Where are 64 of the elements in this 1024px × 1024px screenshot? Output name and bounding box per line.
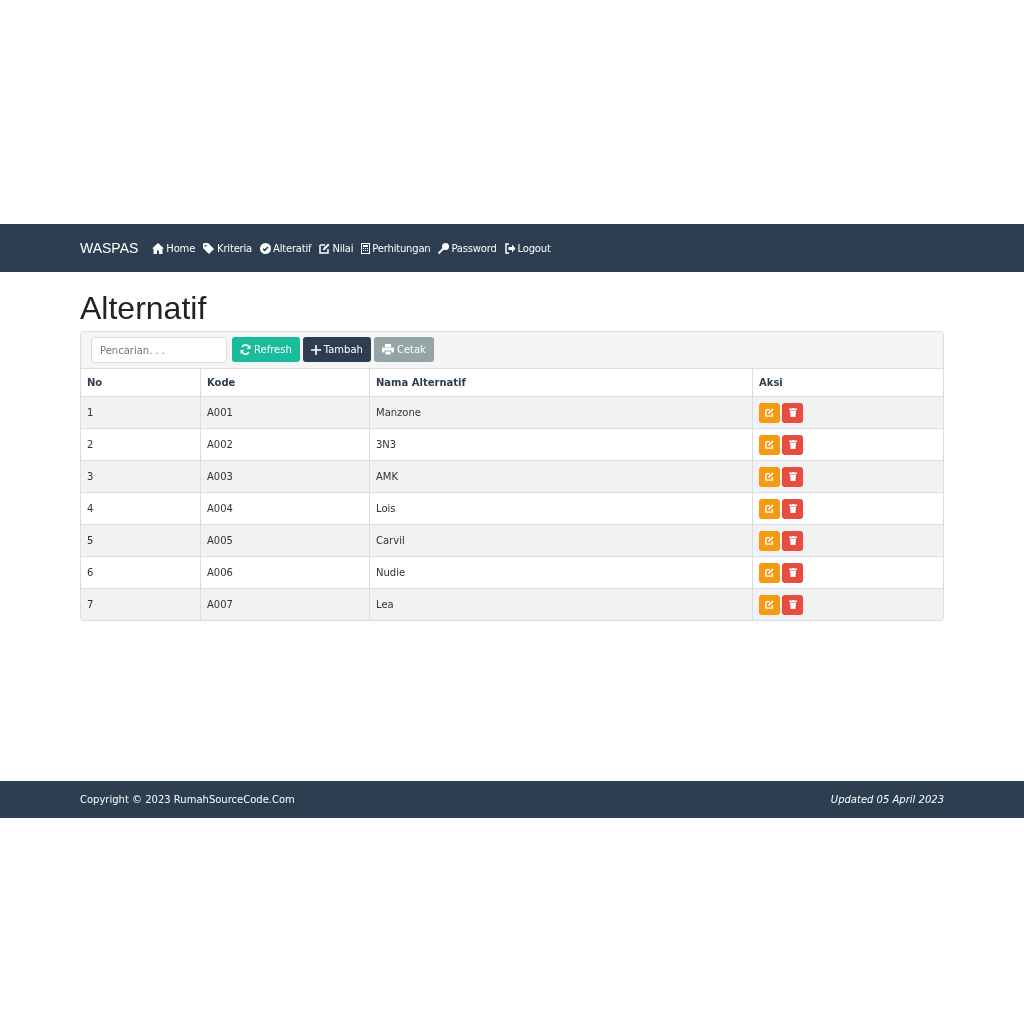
delete-button[interactable] (782, 594, 803, 615)
table-cell: Manzone (369, 396, 753, 429)
nav-link[interactable]: Logout (504, 242, 551, 254)
tag-icon (203, 242, 216, 254)
table-cell: Carvil (369, 524, 753, 557)
table-cell: 7 (81, 588, 201, 620)
table-cell: Lea (369, 588, 753, 620)
home-icon (152, 242, 165, 254)
calculator-icon (361, 242, 371, 254)
trash-icon (788, 440, 797, 449)
delete-button[interactable] (782, 466, 803, 487)
check-circle-icon (260, 242, 272, 254)
updated-text: Updated 05 April 2023 (830, 794, 944, 805)
delete-button[interactable] (782, 530, 803, 551)
nav-link[interactable]: Nilai (319, 242, 354, 254)
edit-button[interactable] (759, 562, 780, 583)
table-cell: AMK (369, 460, 753, 493)
trash-icon (788, 408, 797, 417)
copyright-text: Copyright © 2023 RumahSourceCode.Com (80, 794, 295, 805)
table-cell: 5 (81, 524, 201, 557)
trash-icon (788, 472, 797, 481)
edit-icon (765, 600, 774, 609)
delete-button[interactable] (782, 402, 803, 423)
logout-icon (504, 242, 516, 254)
nav-link[interactable]: Password (438, 242, 497, 254)
nav-link[interactable]: Perhitungan (361, 242, 431, 254)
plus-icon (310, 344, 321, 355)
edit-button[interactable] (759, 466, 780, 487)
edit-icon (765, 536, 774, 545)
edit-button[interactable] (759, 402, 780, 423)
table-cell: A007 (200, 588, 370, 620)
edit-button[interactable] (759, 594, 780, 615)
key-icon (438, 242, 450, 254)
edit-icon (765, 440, 774, 449)
table-cell: A005 (200, 524, 370, 557)
refresh-icon (240, 344, 251, 355)
table-cell: 1 (81, 396, 201, 429)
table-cell: 3 (81, 460, 201, 493)
trash-icon (788, 600, 797, 609)
nav-link[interactable]: Home (152, 242, 196, 254)
trash-icon (788, 504, 797, 513)
delete-button[interactable] (782, 434, 803, 455)
edit-button[interactable] (759, 434, 780, 455)
nav-link[interactable]: Alteratif (260, 242, 312, 254)
edit-icon (765, 504, 774, 513)
column-header: No (81, 369, 201, 397)
trash-icon (788, 536, 797, 545)
delete-button[interactable] (782, 498, 803, 519)
table-cell: A001 (200, 396, 370, 429)
edit-button[interactable] (759, 498, 780, 519)
edit-icon (765, 408, 774, 417)
add-button[interactable]: Tambah (302, 337, 371, 362)
delete-button[interactable] (782, 562, 803, 583)
search-field[interactable]: Pencarian. . . (91, 337, 227, 363)
brand-link[interactable]: WASPAS (80, 240, 139, 256)
table-cell: A003 (200, 460, 370, 493)
edit-icon (765, 568, 774, 577)
edit-icon (765, 472, 774, 481)
page-title: Alternatif (80, 290, 208, 327)
edit-icon (319, 242, 331, 254)
edit-button[interactable] (759, 530, 780, 551)
trash-icon (788, 568, 797, 577)
nav-link[interactable]: Kriteria (203, 242, 253, 254)
printer-icon (381, 344, 394, 355)
